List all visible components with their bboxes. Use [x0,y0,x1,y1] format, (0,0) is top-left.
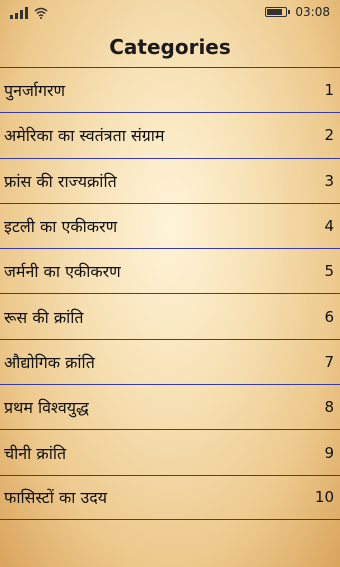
category-label: फ्रांस की राज्यक्रांति [4,171,117,191]
battery-fill [267,9,282,15]
category-number: 9 [324,443,334,462]
battery-icon [265,7,291,17]
category-label: अमेरिका का स्वतंत्रता संग्राम [4,126,165,146]
category-number: 4 [324,217,334,236]
status-bar: 03:08 [0,0,340,24]
category-label: औद्योगिक क्रांति [4,352,95,372]
category-label: फासिस्टों का उदय [4,488,108,508]
list-item[interactable]: जर्मनी का एकीकरण 5 [0,248,340,293]
category-number: 7 [324,352,334,371]
list-item[interactable]: रूस की क्रांति 6 [0,293,340,338]
category-label: इटली का एकीकरण [4,217,118,237]
list-item[interactable]: फ्रांस की राज्यक्रांति 3 [0,157,340,203]
category-label: जर्मनी का एकीकरण [4,262,121,282]
category-label: रूस की क्रांति [4,307,84,327]
list-item[interactable]: प्रथम विश्वयुद्ध 8 [0,384,340,429]
category-number: 10 [314,488,334,507]
category-number: 8 [324,398,334,417]
wifi-icon [34,7,48,19]
category-number: 6 [324,307,334,326]
list-item[interactable]: पुनर्जागरण 1 [0,67,340,112]
category-number: 5 [324,262,334,281]
category-list: पुनर्जागरण 1 अमेरिका का स्वतंत्रता संग्र… [0,67,340,520]
list-item[interactable]: चीनी क्रांति 9 [0,429,340,474]
clock: 03:08 [295,5,330,19]
category-number: 2 [324,126,334,145]
header: Categories [0,30,340,64]
category-label: प्रथम विश्वयुद्ध [4,398,89,418]
page-title: Categories [109,35,231,59]
category-label: पुनर्जागरण [4,81,66,101]
category-number: 1 [324,81,334,100]
list-item[interactable]: फासिस्टों का उदय 10 [0,474,340,520]
category-number: 3 [324,171,334,190]
list-item[interactable]: अमेरिका का स्वतंत्रता संग्राम 2 [0,112,340,157]
list-item[interactable]: औद्योगिक क्रांति 7 [0,338,340,384]
status-right: 03:08 [265,5,330,19]
status-left [10,5,48,19]
list-item[interactable]: इटली का एकीकरण 4 [0,202,340,248]
category-label: चीनी क्रांति [4,443,67,463]
signal-icon [10,7,28,19]
